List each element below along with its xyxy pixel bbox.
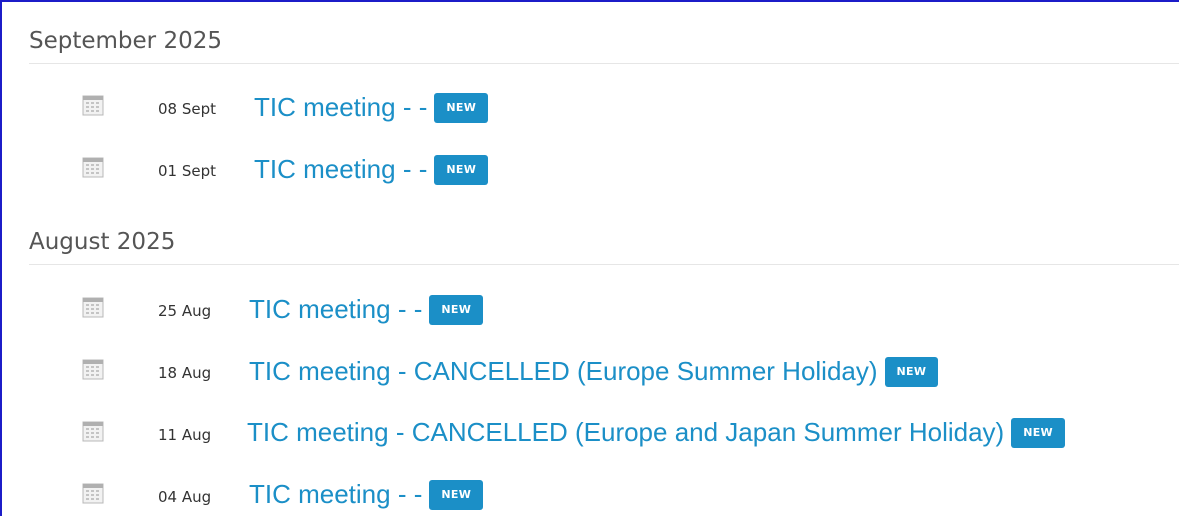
event-date: 18 Aug: [158, 364, 212, 382]
month-heading-text: September 2025: [29, 28, 222, 54]
new-badge: NEW: [429, 294, 484, 325]
event-list-frame: September 2025 08 Sept TIC meeting - - N…: [0, 0, 1179, 516]
calendar-icon: [82, 421, 104, 442]
event-date: 11 Aug: [158, 426, 212, 444]
new-badge: NEW: [434, 92, 489, 123]
event-title-link[interactable]: TIC meeting - -: [249, 479, 422, 510]
new-badge: NEW: [434, 154, 489, 185]
calendar-icon: [82, 297, 104, 318]
month-heading-text: August 2025: [29, 229, 176, 255]
month-section-august: August 2025: [29, 225, 1179, 265]
calendar-icon: [82, 359, 104, 380]
new-badge: NEW: [884, 356, 939, 387]
event-date: 04 Aug: [158, 488, 212, 506]
month-heading: August 2025: [29, 225, 1179, 265]
event-date: 01 Sept: [158, 162, 217, 180]
calendar-icon: [82, 157, 104, 178]
event-title-link[interactable]: TIC meeting - -: [254, 92, 427, 123]
event-title-link[interactable]: TIC meeting - CANCELLED (Europe and Japa…: [247, 417, 1004, 448]
new-badge: NEW: [429, 479, 484, 510]
calendar-icon: [82, 95, 104, 116]
event-date: 25 Aug: [158, 302, 212, 320]
new-badge: NEW: [1011, 417, 1065, 448]
event-title-link[interactable]: TIC meeting - -: [249, 294, 422, 325]
month-heading: September 2025: [29, 24, 1179, 64]
calendar-icon: [82, 483, 104, 504]
month-section-september: September 2025: [29, 24, 1179, 64]
event-title-link[interactable]: TIC meeting - CANCELLED (Europe Summer H…: [249, 356, 878, 387]
event-title-link[interactable]: TIC meeting - -: [254, 154, 427, 185]
event-date: 08 Sept: [158, 100, 217, 118]
